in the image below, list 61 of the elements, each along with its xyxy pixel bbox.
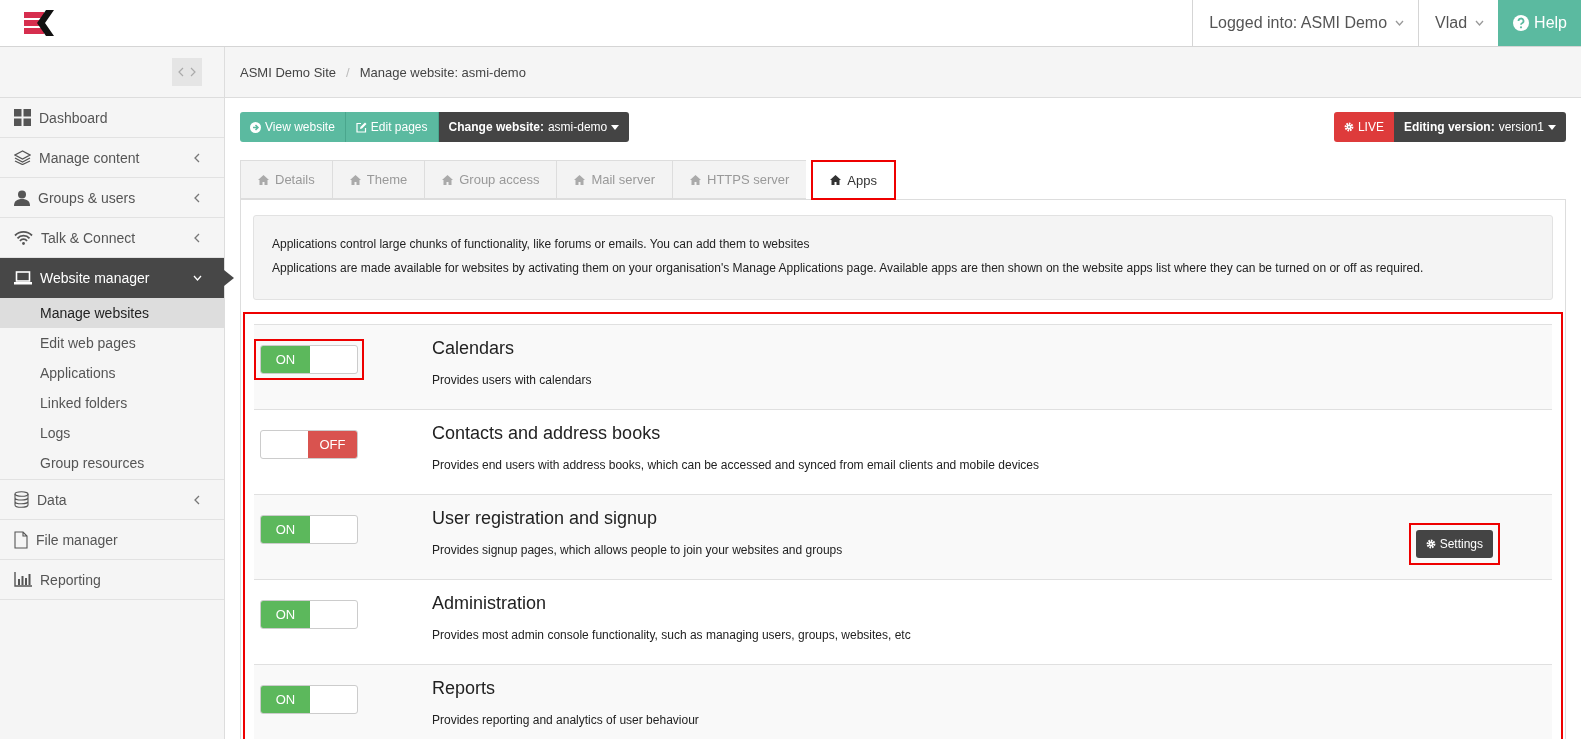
sidebar-subitem[interactable]: Linked folders — [0, 388, 224, 418]
chevron-icon — [193, 191, 202, 204]
app-name: Reports — [432, 678, 497, 699]
chevrons-icon — [178, 67, 196, 77]
layers-icon — [14, 150, 31, 165]
sidebar-item[interactable]: Dashboard — [0, 98, 224, 138]
app-description: Provides signup pages, which allows people to join your websites and groups — [432, 543, 844, 557]
caret-icon — [1548, 124, 1556, 130]
sidebar-subitem[interactable]: Edit web pages — [0, 328, 224, 358]
sidebar-item[interactable]: Reporting — [0, 560, 224, 600]
breadcrumb-link[interactable]: Manage website: asmi-demo — [359, 64, 526, 80]
info-text: Applications control large chunks of functionality, like forums or emails. You can add them to websites — [272, 237, 811, 251]
app-name: Contacts and address books — [432, 423, 662, 444]
sidebar-item[interactable]: Manage content — [0, 138, 224, 178]
sidebar-item[interactable]: Data — [0, 480, 224, 520]
bar-chart-icon — [14, 572, 32, 587]
app-description: Provides most admin console functionality, such as managing users, groups, websites, etc — [432, 628, 912, 642]
app-description: Provides users with calendars — [432, 373, 593, 387]
person-icon — [14, 189, 30, 206]
sidebar-subitem[interactable]: Group resources — [0, 448, 224, 478]
house-icon — [690, 174, 701, 185]
house-icon — [258, 174, 269, 185]
file-icon — [14, 530, 28, 549]
grid-icon — [14, 109, 31, 126]
tab[interactable]: Apps — [811, 160, 896, 200]
info-text: Applications are made available for websites by activating them on your organisation's Manage Applications page. Available apps are then shown on the website apps list where they can be turned on or off as required. — [272, 261, 1425, 275]
change-website-dropdown[interactable]: Change website: asmi-demo — [438, 112, 630, 142]
sidebar-item[interactable]: File manager — [0, 520, 224, 560]
account-menu[interactable]: Logged into: ASMI Demo — [1192, 0, 1419, 46]
toggle-switch[interactable]: OFF — [260, 430, 358, 459]
arrow-circle-icon — [250, 121, 261, 133]
wifi-icon — [14, 230, 33, 245]
question-icon — [1513, 15, 1530, 31]
edit-icon — [355, 121, 367, 133]
house-icon — [574, 174, 586, 185]
gear-icon — [1425, 539, 1436, 549]
database-icon — [14, 491, 29, 508]
breadcrumb-separator: / — [346, 64, 350, 80]
app-description: Provides reporting and analytics of user behaviour — [432, 713, 700, 727]
breadcrumb-link[interactable]: ASMI Demo Site — [240, 64, 337, 80]
chevron-icon — [193, 231, 202, 244]
app-name: User registration and signup — [432, 508, 659, 529]
app-description: Provides end users with address books, which can be accessed and synced from email clients and mobile devices — [432, 458, 1040, 472]
sidebar-subitem[interactable]: Manage websites — [0, 298, 224, 328]
live-button[interactable]: LIVE — [1333, 112, 1394, 142]
editing-version-dropdown[interactable]: Editing version: version1 — [1393, 112, 1566, 142]
gear-icon — [1343, 122, 1354, 132]
sidebar-subitem[interactable]: Logs — [0, 418, 224, 448]
app-name: Calendars — [432, 338, 516, 359]
house-icon — [830, 175, 842, 185]
sidebar-item[interactable]: Groups & users — [0, 178, 224, 218]
laptop-icon — [14, 271, 32, 285]
house-icon — [349, 174, 361, 185]
settings-button[interactable]: Settings — [1415, 530, 1493, 558]
house-icon — [442, 174, 454, 185]
chevron-icon — [193, 151, 202, 164]
sidebar-subitem[interactable]: Applications — [0, 358, 224, 388]
collapse-sidebar-button[interactable] — [172, 58, 202, 86]
chevron-icon — [193, 493, 202, 506]
app-name: Administration — [432, 593, 548, 614]
caret-icon — [611, 124, 620, 130]
